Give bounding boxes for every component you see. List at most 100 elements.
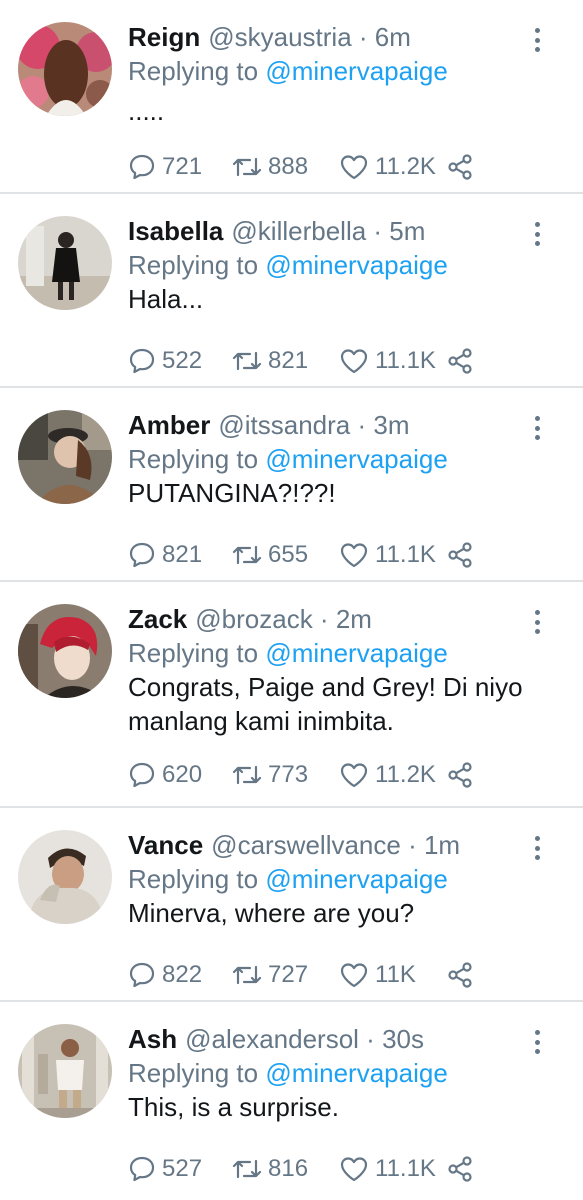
replying-to-handle[interactable]: @minervapaige [265, 864, 447, 894]
avatar[interactable] [18, 830, 112, 924]
retweet-button[interactable]: 821 [232, 347, 339, 375]
share-button[interactable] [446, 961, 474, 989]
avatar[interactable] [18, 1024, 112, 1118]
author-name[interactable]: Vance [128, 828, 203, 862]
avatar[interactable] [18, 410, 112, 504]
share-icon [448, 348, 472, 374]
like-button[interactable]: 11.1K [339, 1155, 446, 1183]
reply-button[interactable]: 620 [128, 761, 232, 789]
retweet-button[interactable]: 773 [232, 761, 339, 789]
like-button[interactable]: 11K [339, 961, 446, 989]
author-handle[interactable]: @killerbella [231, 214, 366, 248]
separator-dot: · [312, 604, 336, 634]
like-button[interactable]: 11.1K [339, 347, 446, 375]
tweet[interactable]: Reign @skyaustria · 6m Replying to @mine… [0, 0, 583, 194]
heart-icon [340, 349, 368, 374]
retweet-button[interactable]: 655 [232, 541, 339, 569]
heart-icon [340, 543, 368, 568]
tweet[interactable]: Ash @alexandersol · 30s Replying to @min… [0, 1002, 583, 1196]
replying-to: Replying to @minervapaige [128, 248, 567, 282]
retweet-button[interactable]: 816 [232, 1155, 339, 1183]
reply-button[interactable]: 721 [128, 153, 232, 181]
tweet-text: Minerva, where are you? [128, 898, 415, 928]
replying-prefix: Replying to [128, 864, 259, 894]
reply-button[interactable]: 821 [128, 541, 232, 569]
tweet[interactable]: Zack @brozack · 2m Replying to @minervap… [0, 582, 583, 808]
like-count: 11K [375, 961, 416, 988]
author-name[interactable]: Zack [128, 602, 187, 636]
author-handle[interactable]: @alexandersol [185, 1022, 359, 1056]
share-button[interactable] [446, 541, 474, 569]
more-vertical-icon[interactable] [527, 414, 547, 442]
share-button[interactable] [446, 347, 474, 375]
author-name[interactable]: Reign [128, 20, 200, 54]
tweet-header: Vance @carswellvance · 1m [128, 828, 567, 862]
like-button[interactable]: 11.2K [339, 153, 446, 181]
tweet-text: Hala... [128, 284, 204, 314]
timestamp[interactable]: 5m [389, 214, 425, 248]
replying-to-handle[interactable]: @minervapaige [265, 56, 447, 86]
replying-to-handle[interactable]: @minervapaige [265, 1058, 447, 1088]
retweet-button[interactable]: 888 [232, 153, 339, 181]
avatar[interactable] [18, 216, 112, 310]
tweet[interactable]: Isabella @killerbella · 5m Replying to @… [0, 194, 583, 388]
tweet-text: ..... [128, 96, 165, 126]
retweet-count: 888 [268, 153, 309, 180]
retweet-button[interactable]: 727 [232, 961, 339, 989]
author-handle[interactable]: @carswellvance [211, 828, 401, 862]
tweet[interactable]: Amber @itssandra · 3m Replying to @miner… [0, 388, 583, 582]
timestamp[interactable]: 1m [424, 828, 460, 862]
retweet-count: 821 [268, 347, 309, 374]
share-button[interactable] [446, 1155, 474, 1183]
retweet-icon [232, 351, 262, 371]
avatar[interactable] [18, 604, 112, 698]
timestamp[interactable]: 3m [373, 408, 409, 442]
reply-bubble-icon [129, 348, 155, 374]
replying-to-handle[interactable]: @minervapaige [265, 250, 447, 280]
author-handle[interactable]: @itssandra [218, 408, 350, 442]
heart-icon [340, 963, 368, 988]
reply-count: 821 [162, 541, 203, 568]
more-vertical-icon[interactable] [527, 834, 547, 862]
timestamp[interactable]: 30s [382, 1022, 424, 1056]
more-vertical-icon[interactable] [527, 608, 547, 636]
share-button[interactable] [446, 761, 474, 789]
like-button[interactable]: 11.1K [339, 541, 446, 569]
like-button[interactable]: 11.2K [339, 761, 446, 789]
avatar[interactable] [18, 22, 112, 116]
replying-to-handle[interactable]: @minervapaige [265, 638, 447, 668]
replying-to-handle[interactable]: @minervapaige [265, 444, 447, 474]
replying-prefix: Replying to [128, 444, 259, 474]
separator-dot: · [400, 830, 424, 860]
share-icon [448, 762, 472, 788]
more-vertical-icon[interactable] [527, 220, 547, 248]
reply-bubble-icon [129, 1156, 155, 1182]
reply-count: 620 [162, 761, 203, 788]
reply-feed: Reign @skyaustria · 6m Replying to @mine… [0, 0, 583, 1196]
replying-to: Replying to @minervapaige [128, 636, 567, 670]
author-name[interactable]: Amber [128, 408, 210, 442]
reply-button[interactable]: 527 [128, 1155, 232, 1183]
reply-count: 822 [162, 961, 203, 988]
reply-count: 522 [162, 347, 203, 374]
replying-to: Replying to @minervapaige [128, 442, 567, 476]
timestamp[interactable]: 6m [375, 20, 411, 54]
tweet-text: This, is a surprise. [128, 1092, 339, 1122]
more-vertical-icon[interactable] [527, 26, 547, 54]
reply-bubble-icon [129, 762, 155, 788]
author-name[interactable]: Ash [128, 1022, 177, 1056]
retweet-icon [232, 157, 262, 177]
more-vertical-icon[interactable] [527, 1028, 547, 1056]
action-bar: 527 816 11.1K [128, 1140, 567, 1198]
author-name[interactable]: Isabella [128, 214, 223, 248]
replying-to: Replying to @minervapaige [128, 54, 567, 88]
share-button[interactable] [446, 153, 474, 181]
tweet[interactable]: Vance @carswellvance · 1m Replying to @m… [0, 808, 583, 1002]
like-count: 11.1K [375, 1155, 436, 1182]
heart-icon [340, 1157, 368, 1182]
author-handle[interactable]: @skyaustria [208, 20, 351, 54]
author-handle[interactable]: @brozack [195, 602, 312, 636]
reply-button[interactable]: 822 [128, 961, 232, 989]
timestamp[interactable]: 2m [336, 602, 372, 636]
reply-button[interactable]: 522 [128, 347, 232, 375]
